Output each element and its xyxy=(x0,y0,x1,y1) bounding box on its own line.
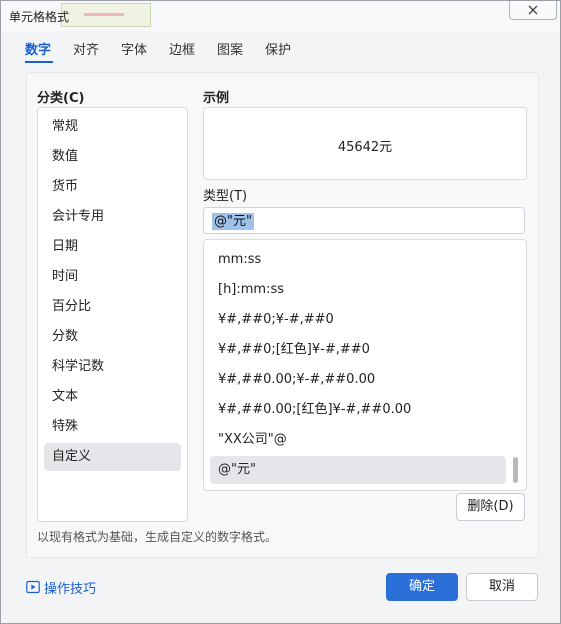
tab-protection[interactable]: 保护 xyxy=(265,39,291,58)
active-tab-indicator xyxy=(25,61,53,63)
format-item[interactable]: "XX公司"@ xyxy=(210,426,506,454)
ok-button[interactable]: 确定 xyxy=(386,573,458,601)
category-item-currency[interactable]: 货币 xyxy=(44,173,181,201)
type-input[interactable]: @"元" xyxy=(203,207,525,234)
cancel-button[interactable]: 取消 xyxy=(466,573,538,601)
delete-button[interactable]: 删除(D) xyxy=(456,493,525,521)
close-icon xyxy=(528,5,538,15)
category-list[interactable]: 常规 数值 货币 会计专用 日期 时间 百分比 分数 科学记数 文本 特殊 自定… xyxy=(37,107,188,522)
format-item[interactable]: [h]:mm:ss xyxy=(210,276,506,304)
category-item-general[interactable]: 常规 xyxy=(44,113,181,141)
format-list-scrollbar[interactable] xyxy=(513,457,518,483)
tab-pattern[interactable]: 图案 xyxy=(217,39,243,58)
category-item-fraction[interactable]: 分数 xyxy=(44,323,181,351)
format-cells-dialog: 单元格格式 数字 对齐 字体 边框 图案 保护 分类(C) 常规 数值 货币 会… xyxy=(0,0,561,624)
format-list[interactable]: mm:ss [h]:mm:ss ¥#,##0;¥-#,##0 ¥#,##0;[红… xyxy=(203,239,527,491)
sample-box: 45642元 xyxy=(203,107,527,180)
category-item-scientific[interactable]: 科学记数 xyxy=(44,353,181,381)
category-item-percentage[interactable]: 百分比 xyxy=(44,293,181,321)
dialog-title: 单元格格式 xyxy=(9,10,70,24)
tab-border[interactable]: 边框 xyxy=(169,39,195,58)
tab-alignment[interactable]: 对齐 xyxy=(73,39,99,58)
tab-font[interactable]: 字体 xyxy=(121,39,147,58)
type-label: 类型(T) xyxy=(203,189,248,204)
format-item[interactable]: mm:ss xyxy=(210,246,506,274)
category-item-special[interactable]: 特殊 xyxy=(44,413,181,441)
format-item[interactable]: ¥#,##0;¥-#,##0 xyxy=(210,306,506,334)
sample-value: 45642元 xyxy=(337,140,393,155)
format-item[interactable]: ¥#,##0.00;¥-#,##0.00 xyxy=(210,366,506,394)
category-item-date[interactable]: 日期 xyxy=(44,233,181,261)
close-button[interactable] xyxy=(509,1,557,20)
category-item-number[interactable]: 数值 xyxy=(44,143,181,171)
type-input-selected-text: @"元" xyxy=(212,213,254,230)
title-bar: 单元格格式 xyxy=(1,1,560,31)
category-item-time[interactable]: 时间 xyxy=(44,263,181,291)
category-item-text[interactable]: 文本 xyxy=(44,383,181,411)
background-cell-strip xyxy=(61,3,151,27)
format-item[interactable]: ¥#,##0.00;[红色]¥-#,##0.00 xyxy=(210,396,506,424)
hint-text: 以现有格式为基础，生成自定义的数字格式。 xyxy=(37,530,278,544)
tab-number[interactable]: 数字 xyxy=(25,39,51,58)
play-video-icon xyxy=(26,580,40,594)
category-label: 分类(C) xyxy=(37,91,85,106)
category-item-accounting[interactable]: 会计专用 xyxy=(44,203,181,231)
tips-label: 操作技巧 xyxy=(44,582,97,597)
format-item[interactable]: ¥#,##0;[红色]¥-#,##0 xyxy=(210,336,506,364)
sample-label: 示例 xyxy=(203,91,230,106)
format-item-selected[interactable]: @"元" xyxy=(210,456,506,484)
category-item-custom[interactable]: 自定义 xyxy=(44,443,181,471)
